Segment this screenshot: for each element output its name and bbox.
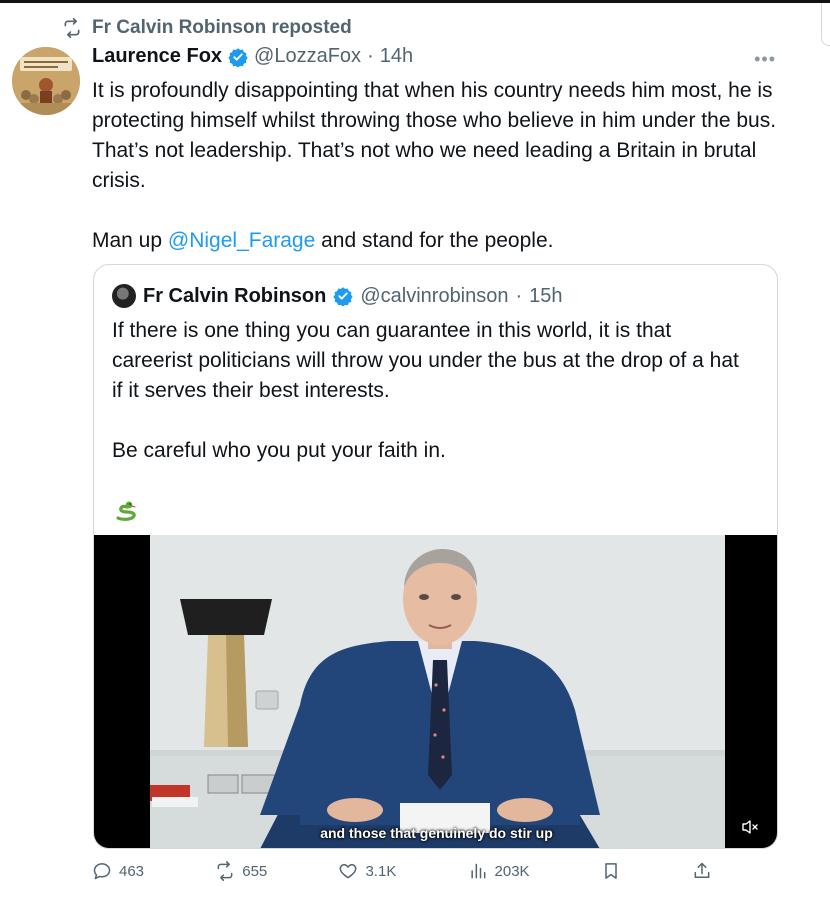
- share-icon: [694, 862, 710, 878]
- more-options-icon[interactable]: •••: [754, 49, 776, 70]
- author-avatar[interactable]: [12, 47, 80, 115]
- quoted-author-handle[interactable]: @calvinrobinson: [360, 285, 508, 308]
- verified-badge-icon: [333, 287, 354, 306]
- bookmark-icon: [605, 863, 617, 879]
- tweet-body: It is profoundly disappointing that when…: [92, 76, 792, 256]
- verified-badge-icon: [228, 47, 248, 67]
- author-handle[interactable]: @LozzaFox: [254, 45, 361, 68]
- quoted-author-name[interactable]: Fr Calvin Robinson: [143, 285, 326, 308]
- quoted-paragraph: Be careful who you put your faith in.: [112, 439, 446, 462]
- separator-dot: ·: [515, 284, 523, 307]
- video-frame: [150, 535, 725, 848]
- repost-indicator[interactable]: Fr Calvin Robinson reposted: [62, 17, 352, 39]
- video-still-image: [150, 535, 725, 848]
- tweet-paragraph: It is profoundly disappointing that when…: [92, 79, 777, 192]
- quoted-tweet[interactable]: Fr Calvin Robinson @calvinrobinson · 15h…: [93, 264, 778, 849]
- author-name[interactable]: Laurence Fox: [92, 45, 222, 68]
- repost-icon: [64, 18, 80, 38]
- tweet-header: Laurence Fox @LozzaFox · 14h: [92, 45, 413, 68]
- share-button[interactable]: [692, 861, 712, 881]
- mute-icon[interactable]: [741, 819, 759, 835]
- tweet-paragraph: Man up @Nigel_Farage and stand for the p…: [92, 226, 792, 256]
- repost-count: 655: [242, 862, 268, 880]
- video-caption: and those that genuinely do stir up: [320, 825, 553, 841]
- repost-label: Fr Calvin Robinson reposted: [92, 17, 352, 38]
- screenshot-frame: Fr Calvin Robinson reposted Laurence Fox…: [0, 0, 830, 900]
- quoted-author-avatar[interactable]: [112, 284, 136, 308]
- heart-icon: [340, 864, 357, 879]
- views-count: 203K: [494, 862, 530, 880]
- tweet-time[interactable]: 14h: [380, 45, 413, 68]
- action-bar: 463 655 3.1K 203K: [92, 861, 712, 881]
- repost-icon: [217, 861, 233, 881]
- video-player[interactable]: and those that genuinely do stir up: [94, 535, 777, 848]
- quoted-tweet-header: Fr Calvin Robinson @calvinrobinson · 15h: [112, 284, 563, 308]
- reply-count: 463: [119, 862, 145, 880]
- quoted-paragraph: If there is one thing you can guarantee …: [112, 319, 739, 402]
- quoted-tweet-time[interactable]: 15h: [529, 285, 562, 308]
- text-fragment: Man up: [92, 229, 168, 252]
- separator-dot: ·: [367, 45, 374, 67]
- repost-button[interactable]: 655: [215, 861, 267, 881]
- bookmark-button[interactable]: [601, 861, 621, 881]
- window-edge: [821, 3, 830, 46]
- views-button[interactable]: 203K: [468, 861, 530, 881]
- mention-link[interactable]: @Nigel_Farage: [168, 229, 315, 252]
- text-fragment: and stand for the people.: [315, 229, 554, 252]
- like-count: 3.1K: [365, 862, 397, 880]
- reply-icon: [93, 863, 111, 880]
- like-button[interactable]: 3.1K: [338, 861, 396, 881]
- snake-icon: [116, 501, 136, 521]
- avatar-image: [12, 47, 80, 115]
- quoted-tweet-body: If there is one thing you can guarantee …: [112, 316, 752, 466]
- reply-button[interactable]: 463: [92, 861, 144, 881]
- views-chart-icon: [470, 863, 485, 879]
